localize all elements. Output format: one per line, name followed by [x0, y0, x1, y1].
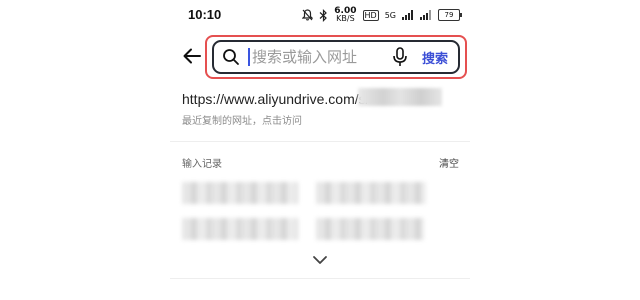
section-divider: [170, 141, 470, 142]
signal-strength-icon: [402, 10, 413, 20]
history-title: 输入记录: [182, 159, 222, 170]
search-header: 搜索: [170, 30, 470, 84]
chevron-down-icon[interactable]: [312, 254, 328, 266]
search-icon: [223, 49, 239, 65]
clear-history-button[interactable]: 清空: [439, 155, 459, 170]
status-bar: 10:10 6.00 KB/S HD 5G 79: [170, 0, 470, 30]
search-input[interactable]: [250, 48, 392, 66]
battery-indicator: 79: [438, 9, 462, 21]
search-button[interactable]: 搜索: [422, 48, 448, 67]
recent-copied-url[interactable]: https://www.aliyundrive.com/s/: [182, 91, 370, 107]
microphone-icon[interactable]: [392, 47, 408, 67]
history-item[interactable]: [182, 182, 298, 204]
net-speed-unit: KB/S: [336, 14, 355, 23]
status-icons: 6.00 KB/S HD 5G 79: [302, 7, 462, 23]
bell-mute-icon: [302, 9, 314, 21]
history-item[interactable]: [182, 218, 298, 240]
back-arrow-icon: [183, 48, 201, 64]
section-divider: [170, 278, 470, 279]
status-time: 10:10: [188, 7, 222, 22]
history-item[interactable]: [316, 182, 426, 204]
blurred-url-suffix: [358, 88, 442, 106]
bluetooth-icon: [319, 8, 328, 22]
search-bar[interactable]: 搜索: [212, 40, 460, 74]
back-button[interactable]: [180, 44, 204, 68]
hd-badge: HD: [362, 9, 379, 21]
net-speed: 6.00 KB/S: [334, 7, 356, 23]
signal-strength-icon-2: [420, 10, 431, 20]
history-item[interactable]: [316, 218, 424, 240]
signal-5g-label: 5G: [384, 10, 396, 20]
recent-url-hint: 最近复制的网址，点击访问: [182, 116, 302, 127]
